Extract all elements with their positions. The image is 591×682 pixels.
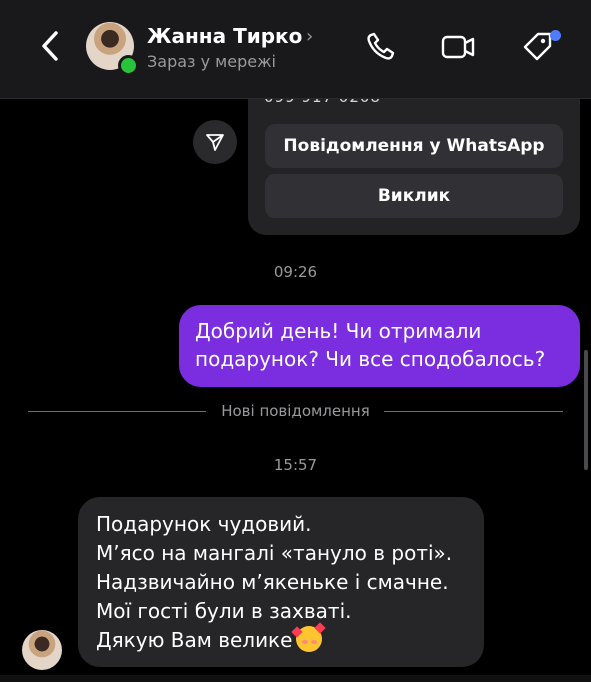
message-line: Надзвичайно м’якеньке і смачне. xyxy=(96,570,449,594)
message-line: М’ясо на мангалі «тануло в роті». xyxy=(96,541,453,565)
header-overlay: Жанна Тирко › Зараз у мережі xyxy=(0,0,591,99)
contact-name[interactable]: Жанна Тирко xyxy=(147,24,302,48)
message-line: Дякую Вам велике xyxy=(96,628,293,652)
divider-right xyxy=(384,411,563,412)
send-icon xyxy=(206,134,224,151)
incoming-message[interactable]: Подарунок чудовий. М’ясо на мангалі «тан… xyxy=(78,497,484,667)
timestamp: 09:26 xyxy=(273,263,318,281)
phone-icon[interactable] xyxy=(363,30,397,64)
notification-dot xyxy=(550,30,561,41)
online-indicator xyxy=(118,55,139,76)
back-chevron-icon[interactable] xyxy=(36,28,66,64)
whatsapp-message-button[interactable]: Повідомлення у WhatsApp xyxy=(265,124,563,168)
message-line: Подарунок чудовий. xyxy=(96,512,312,536)
smiling-face-with-hearts-icon xyxy=(291,622,327,652)
video-camera-icon[interactable] xyxy=(441,30,475,64)
sender-avatar[interactable] xyxy=(22,630,62,670)
outgoing-message[interactable]: Добрий день! Чи отримали подарунок? Чи в… xyxy=(179,305,580,387)
contact-status: Зараз у мережі xyxy=(147,52,276,71)
message-line: Мої гості були в захваті. xyxy=(96,599,352,623)
composer-edge xyxy=(0,675,591,682)
call-button[interactable]: Виклик xyxy=(265,174,563,218)
chevron-right-icon[interactable]: › xyxy=(306,26,313,47)
share-button[interactable] xyxy=(193,120,237,164)
timestamp: 15:57 xyxy=(273,456,318,474)
